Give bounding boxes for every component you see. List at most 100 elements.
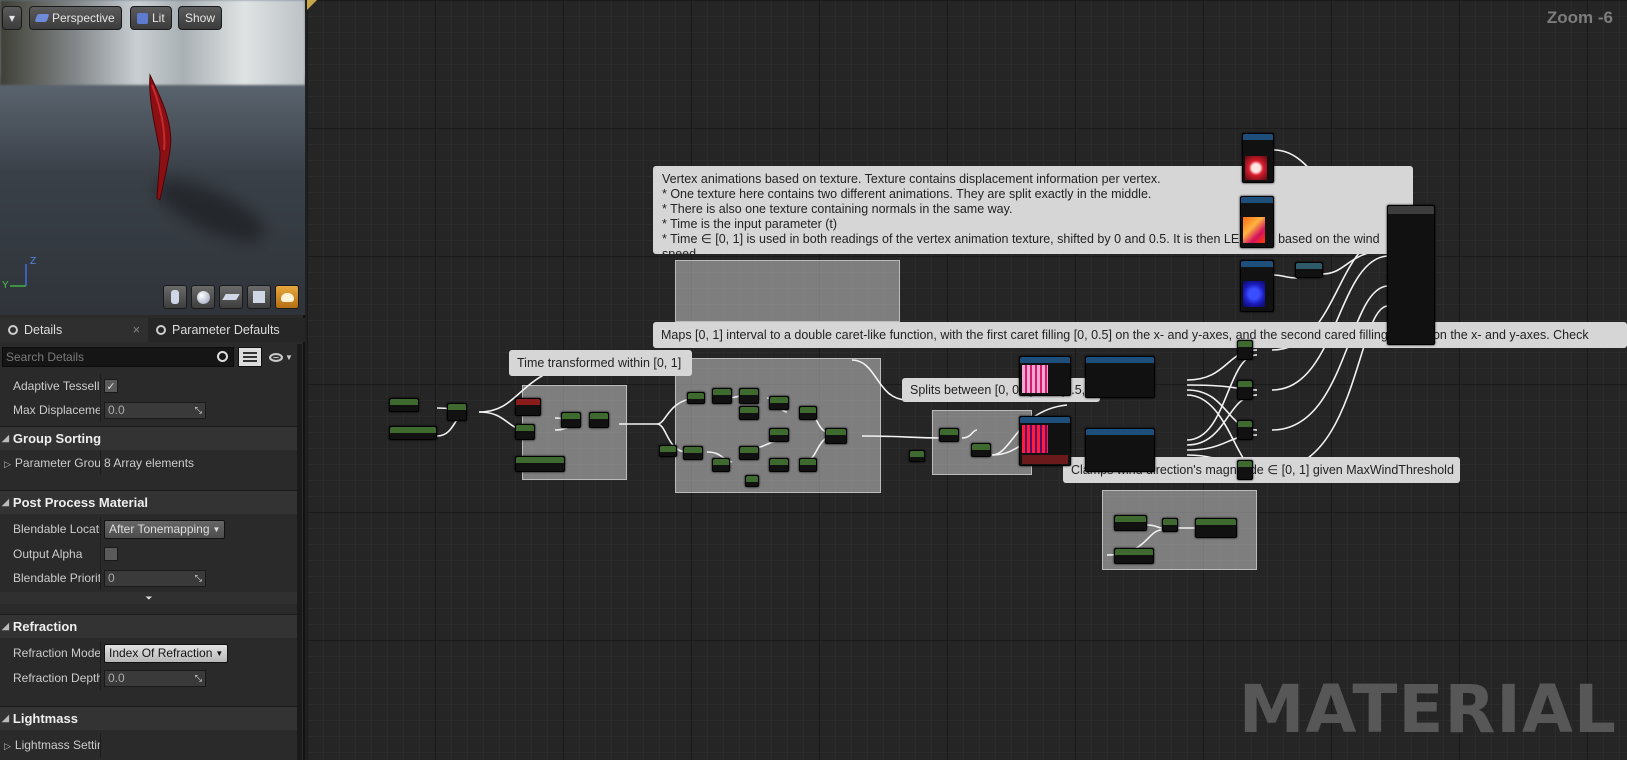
preview-viewport[interactable]: ▾ Perspective Lit Show Z Y [0,0,305,315]
graph-node[interactable] [712,388,732,404]
graph-node[interactable] [769,396,789,410]
expand-triangle-icon[interactable]: ▷ [4,741,11,751]
graph-node[interactable] [739,446,759,460]
cylinder-view-button[interactable] [163,285,187,309]
graph-node[interactable] [1237,460,1253,480]
expand-triangle-icon[interactable]: ▷ [4,459,11,469]
graph-node[interactable] [739,406,759,420]
search-input[interactable] [2,347,234,367]
graph-node[interactable] [799,406,817,420]
graph-node[interactable] [971,443,991,457]
axis-gizmo-icon [10,264,27,287]
material-output-node[interactable] [1387,205,1435,345]
resize-icon: ⤡ [194,672,202,683]
comment-vertex-animations[interactable]: Vertex animations based on texture. Text… [653,166,1413,254]
category-post-process-material[interactable]: ◢ Post Process Material [0,490,298,514]
graph-node[interactable] [683,446,703,460]
material-graph[interactable]: Zoom -6 MATERIAL Vertex animations based… [307,0,1627,760]
search-icon[interactable] [217,351,228,362]
visibility-options-button[interactable]: ▼ [266,347,296,367]
graph-node[interactable] [1295,262,1323,278]
resize-icon: ⤡ [194,404,202,415]
graph-node[interactable] [515,398,541,416]
graph-node[interactable] [687,392,705,404]
blendable-location-dropdown[interactable]: After Tonemapping ▼ [104,519,226,539]
field-value: 0.0 [108,671,125,685]
texture-sample-node[interactable] [1019,356,1071,396]
graph-node[interactable] [515,456,565,472]
texture-preview [1022,365,1048,393]
blendable-location-row: Blendable Location After Tonemapping▼ [0,517,298,541]
adaptive-tessellation-checkbox[interactable]: ✓ [104,379,118,393]
graph-node[interactable] [745,475,759,487]
graph-node[interactable] [769,428,789,442]
graph-node[interactable] [799,458,817,472]
graph-node[interactable] [769,458,789,472]
property-name: Blendable Location [13,522,100,536]
graph-node[interactable] [1195,518,1237,538]
cylinder-icon [171,290,179,304]
texture-sample-node[interactable] [1019,416,1071,466]
graph-node[interactable] [712,458,730,472]
details-scrollbar[interactable] [297,344,302,760]
graph-node[interactable] [1237,420,1253,440]
graph-node[interactable] [825,428,847,444]
cube-view-button[interactable] [247,285,271,309]
graph-node[interactable] [515,424,535,440]
graph-node[interactable] [389,398,419,412]
texture-preview [1243,281,1265,307]
close-icon[interactable]: × [133,323,140,337]
graph-node[interactable] [939,428,959,442]
property-name: Adaptive Tessellation [13,379,100,393]
category-lightmass[interactable]: ◢ Lightmass [0,706,298,730]
graph-node[interactable] [389,426,437,440]
show-button[interactable]: Show [178,6,223,30]
collapse-triangle-icon: ◢ [2,497,9,507]
graph-node[interactable] [1114,548,1154,564]
graph-node[interactable] [561,412,581,428]
graph-node[interactable] [447,403,467,421]
plane-view-button[interactable] [219,285,243,309]
graph-node[interactable] [1237,380,1253,400]
material-function-node[interactable] [1085,356,1155,398]
graph-node[interactable] [1162,518,1178,532]
lit-button[interactable]: Lit [130,6,172,30]
output-alpha-checkbox[interactable] [104,547,118,561]
teapot-view-button[interactable] [275,285,299,309]
tab-parameter-defaults[interactable]: Parameter Defaults [148,318,305,342]
graph-node[interactable] [659,445,677,457]
tab-details[interactable]: Details × [0,318,148,342]
refraction-depth-bias-field[interactable]: 0.0 ⤡ [104,669,206,687]
field-value: 0 [108,571,115,585]
texture-preview [1022,425,1048,453]
collapse-triangle-icon: ◢ [2,713,9,723]
graph-node[interactable] [1114,515,1147,531]
property-matrix-button[interactable] [238,347,262,367]
graph-node[interactable] [589,412,609,428]
node-pin-row [1022,455,1068,464]
comment-time-transformed[interactable]: Time transformed within [0, 1] [509,350,692,376]
sphere-view-button[interactable] [191,285,215,309]
magnifier-icon [8,325,18,335]
material-function-node[interactable] [1085,428,1155,472]
category-refraction[interactable]: ◢ Refraction [0,614,298,638]
texture-sample-node[interactable] [1242,133,1274,183]
blendable-priority-field[interactable]: 0 ⤡ [104,569,206,587]
graph-node[interactable] [739,388,759,404]
perspective-button[interactable]: Perspective [29,6,122,30]
category-title: Post Process Material [12,495,149,510]
category-group-sorting[interactable]: ◢ Group Sorting [0,426,298,450]
graph-node[interactable] [909,450,925,462]
graph-node[interactable] [1237,340,1253,360]
viewport-menu-button[interactable]: ▾ [2,6,22,30]
texture-sample-node[interactable] [1240,196,1274,248]
texture-sample-node[interactable] [1240,260,1274,312]
property-name: ▷Lightmass Settings [4,738,100,752]
chevron-down-icon: ▾ [8,11,16,25]
refraction-mode-dropdown[interactable]: Index Of Refraction ▼ [104,643,229,663]
max-displacement-field[interactable]: 0.0 ⤡ [104,401,206,419]
property-name: Blendable Priority [13,571,100,585]
comment-maps-interval[interactable]: Maps [0, 1] interval to a double caret-l… [653,322,1627,348]
field-value: 0.0 [108,403,125,417]
advanced-expand-button[interactable]: ⏷ [0,592,298,604]
